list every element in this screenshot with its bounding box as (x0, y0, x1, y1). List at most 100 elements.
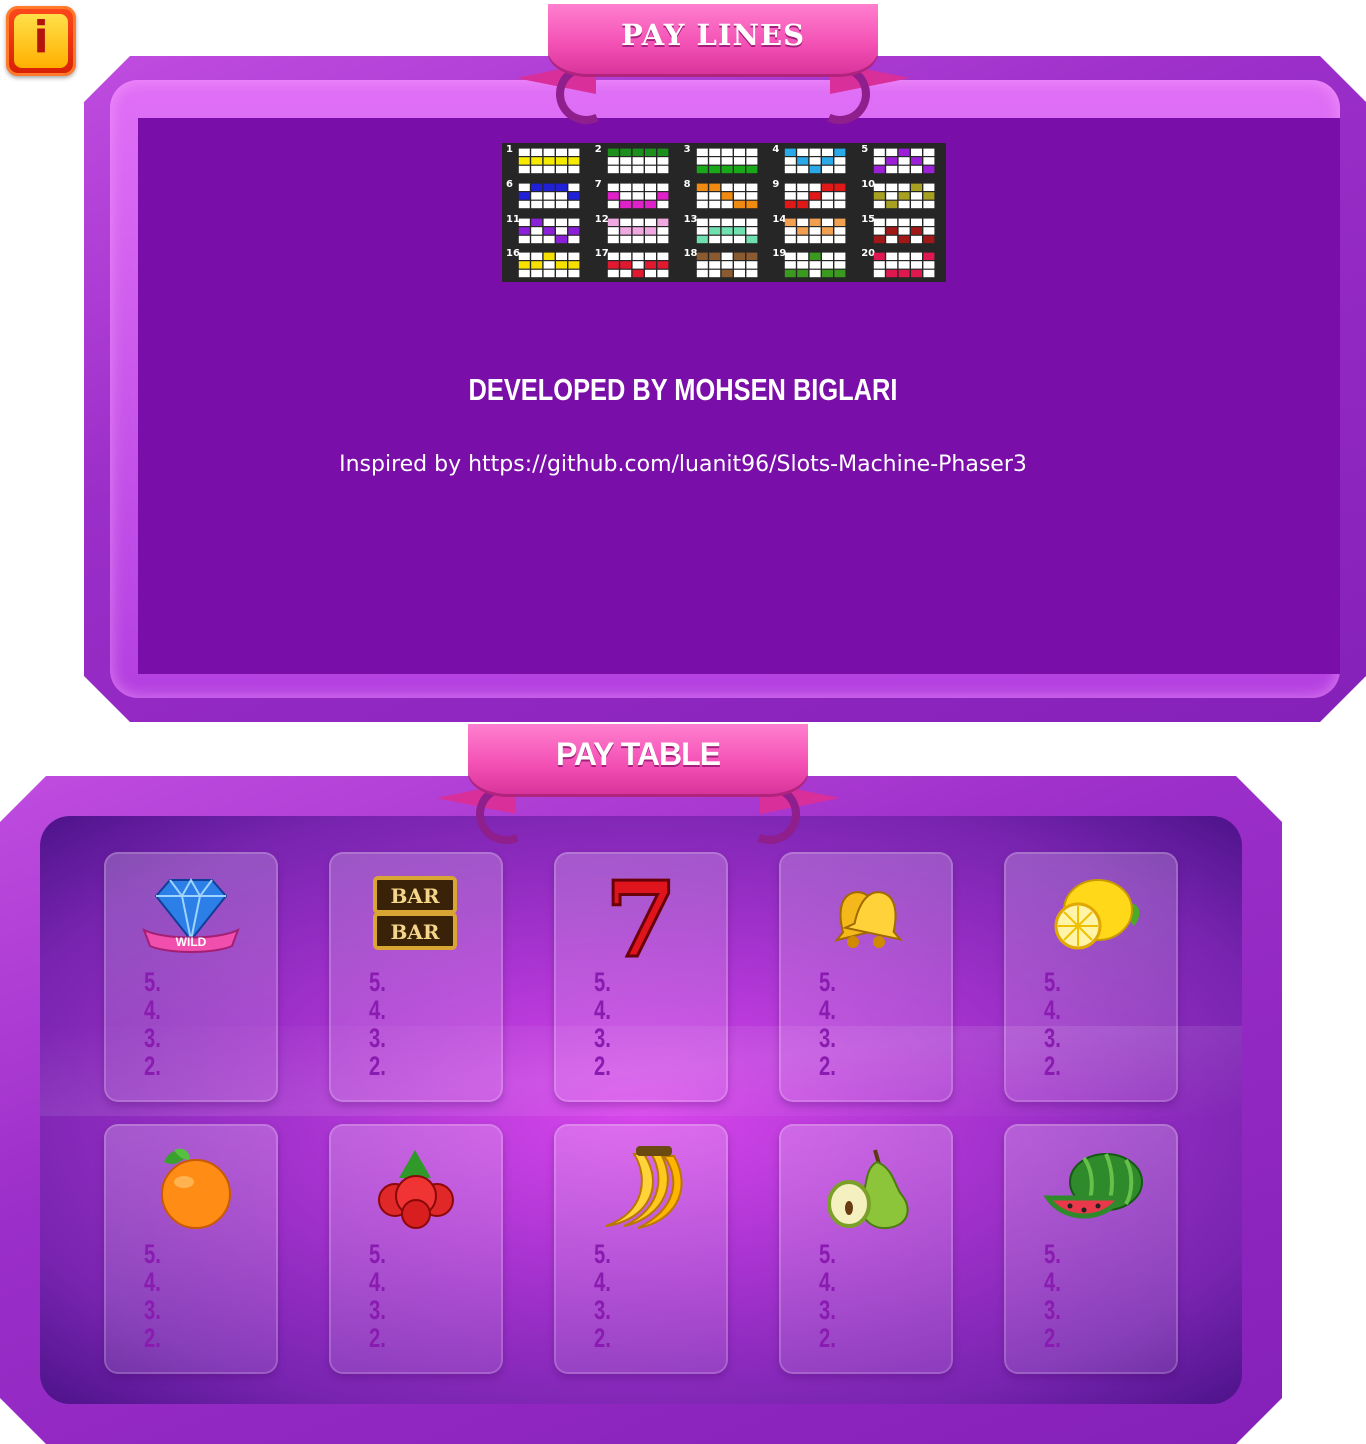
pay-2: 2. (1044, 1051, 1061, 1081)
payline-cell-active (797, 226, 809, 235)
payline-cell-active (632, 226, 644, 235)
payline-cell (898, 218, 910, 226)
payline-cell (543, 235, 555, 243)
payline-cell (822, 261, 834, 269)
payline-cell (785, 183, 797, 191)
payline-cell (543, 200, 555, 208)
payline-pattern (785, 148, 846, 174)
payline-cell-active (531, 157, 543, 165)
payline-cell-active (556, 235, 567, 243)
paytable-pays: 5. 4. 3. 2. (819, 1240, 859, 1352)
payline-cell (708, 261, 720, 269)
payline-cell-active (721, 165, 733, 174)
payline-13: 13 (680, 213, 769, 248)
payline-cell-active (696, 235, 708, 243)
payline-cell (632, 261, 644, 269)
payline-cell (834, 165, 846, 174)
payline-pattern (873, 183, 935, 208)
payline-pattern (696, 252, 757, 278)
payline-cell (696, 200, 708, 208)
payline-cell (834, 157, 846, 165)
payline-cell-active (721, 226, 733, 235)
payline-pattern (873, 218, 935, 243)
inspired-by-link[interactable]: Inspired by https://github.com/luanit96/… (0, 452, 1366, 477)
payline-5: 5 (857, 143, 946, 178)
payline-pattern (607, 183, 669, 208)
payline-cell (518, 270, 530, 278)
payline-pattern (785, 218, 846, 243)
paytable-card-bells: 5. 4. 3. 2. (779, 852, 953, 1102)
pay-3: 3. (594, 1295, 611, 1325)
payline-cell-active (911, 226, 923, 235)
payline-cell-active (556, 183, 567, 191)
payline-cell (733, 183, 745, 191)
payline-cell (531, 165, 543, 174)
payline-cell (785, 226, 797, 235)
pay-3: 3. (144, 1023, 161, 1053)
payline-cell-active (632, 148, 644, 156)
payline-cell-active (518, 191, 530, 200)
payline-cell (886, 183, 898, 191)
payline-cell (619, 252, 631, 261)
payline-cell-active (809, 218, 821, 226)
bananas-icon (605, 1146, 683, 1229)
payline-9: 9 (768, 178, 857, 213)
payline-cell-active (745, 165, 757, 174)
payline-cell (785, 157, 797, 165)
payline-cell (619, 165, 631, 174)
payline-6: 6 (502, 178, 591, 213)
payline-cell (708, 191, 720, 200)
payline-cell-active (745, 200, 757, 208)
payline-cell (632, 252, 644, 261)
payline-cell (822, 191, 834, 200)
pay-2: 2. (819, 1323, 836, 1353)
payline-cell-active (911, 183, 923, 191)
payline-cell (834, 200, 846, 208)
paytable-card-lemon: 5. 4. 3. 2. (1004, 852, 1178, 1102)
payline-cell (745, 148, 757, 156)
payline-cell-active (696, 183, 708, 191)
payline-cell-active (696, 252, 708, 261)
info-button[interactable]: i (6, 6, 76, 76)
payline-cell (721, 183, 733, 191)
info-icon: i (33, 12, 49, 63)
bar-label-top: BAR (390, 884, 439, 908)
paytable-card-watermelon: 5. 4. 3. 2. (1004, 1124, 1178, 1374)
payline-cell (531, 200, 543, 208)
payline-cell (556, 165, 567, 174)
payline-cell-active (568, 191, 580, 200)
payline-pattern (518, 148, 580, 174)
payline-cell (873, 261, 885, 269)
payline-cell (708, 148, 720, 156)
payline-cell-active (785, 200, 797, 208)
payline-cell (696, 218, 708, 226)
payline-cell (898, 165, 910, 174)
pay-3: 3. (1044, 1023, 1061, 1053)
payline-cell (873, 157, 885, 165)
payline-cell-active (619, 261, 631, 269)
payline-cell (822, 148, 834, 156)
payline-cell (797, 165, 809, 174)
payline-cell (518, 200, 530, 208)
payline-cell (657, 226, 669, 235)
payline-cell-active (607, 148, 619, 156)
payline-cell (644, 218, 656, 226)
payline-cell (911, 252, 923, 261)
payline-cell-active (543, 226, 555, 235)
payline-cell-active (531, 183, 543, 191)
pay-2: 2. (144, 1323, 161, 1353)
pay-5: 5. (819, 1239, 836, 1269)
payline-cell (708, 218, 720, 226)
payline-cell-active (733, 200, 745, 208)
payline-cell (797, 252, 809, 261)
payline-3: 3 (680, 143, 769, 178)
payline-cell-active (834, 270, 846, 278)
payline-cell (531, 226, 543, 235)
payline-cell (568, 183, 580, 191)
payline-cell-active (886, 226, 898, 235)
pay-3: 3. (144, 1295, 161, 1325)
paytable-pays: 5. 4. 3. 2. (1044, 968, 1084, 1080)
payline-pattern (607, 252, 669, 278)
payline-cell-active (911, 270, 923, 278)
payline-cell-active (708, 183, 720, 191)
